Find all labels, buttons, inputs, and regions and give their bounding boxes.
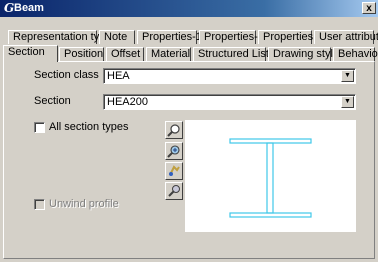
tab-offset[interactable]: Offset — [106, 47, 144, 61]
section-value: HEA200 — [107, 96, 148, 108]
bottom-flange — [229, 212, 312, 218]
tab-position[interactable]: Position — [59, 47, 104, 61]
zoom-icon — [167, 124, 180, 137]
app-icon: G — [4, 1, 15, 15]
section-preview — [185, 120, 356, 232]
tab-note[interactable]: Note — [99, 30, 135, 44]
zoom-button[interactable] — [165, 121, 183, 139]
zoom-in-icon — [167, 145, 180, 158]
chevron-down-icon[interactable]: ▼ — [341, 96, 354, 108]
tab-label: Drawing style — [273, 48, 340, 60]
tab-label: Properties-1 — [142, 31, 202, 43]
all-section-types-checkbox[interactable] — [34, 122, 45, 133]
tab-label: Properties-2 — [204, 31, 264, 43]
tab-representation-type[interactable]: Representation type — [8, 30, 111, 44]
i-beam-profile-drawing — [229, 138, 312, 218]
tab-properties-2[interactable]: Properties-2 — [199, 30, 264, 44]
unwind-profile-checkbox[interactable] — [34, 199, 45, 210]
pan-button[interactable] — [165, 162, 183, 180]
tab-label: Representation type — [13, 31, 112, 43]
tab-label: User attributes — [319, 31, 378, 43]
tab-label: Section — [8, 46, 45, 58]
pan-icon — [169, 165, 180, 176]
section-class-label: Section class — [34, 69, 99, 81]
measure-icon — [168, 185, 180, 197]
tab-section[interactable]: Section — [3, 45, 58, 62]
tab-label: Behavior — [338, 48, 378, 60]
tab-behavior[interactable]: Behavior — [333, 47, 378, 61]
title-bar: G Beam x — [0, 0, 378, 17]
tab-structured-lists[interactable]: Structured Lists — [193, 47, 274, 61]
measure-button[interactable] — [165, 182, 183, 200]
tab-material[interactable]: Material — [146, 47, 191, 61]
section-dropdown[interactable]: HEA200 ▼ — [103, 94, 356, 110]
close-button[interactable]: x — [362, 2, 376, 14]
tab-drawing-style[interactable]: Drawing style — [268, 47, 339, 61]
section-class-value: HEA — [107, 70, 130, 82]
tab-properties-3[interactable]: Properties 3 — [258, 30, 322, 44]
tab-label: Note — [104, 31, 128, 43]
tab-properties-1[interactable]: Properties-1 — [137, 30, 202, 44]
tab-label: Offset — [111, 48, 141, 60]
top-flange — [229, 138, 312, 144]
unwind-profile-label: Unwind profile — [49, 198, 119, 210]
web — [266, 142, 274, 214]
tab-user-attributes[interactable]: User attributes — [314, 30, 378, 44]
tab-label: Position — [64, 48, 104, 60]
section-label: Section — [34, 95, 71, 107]
tab-label: Material — [151, 48, 191, 60]
section-class-dropdown[interactable]: HEA ▼ — [103, 68, 356, 84]
chevron-down-icon[interactable]: ▼ — [341, 70, 354, 82]
all-section-types-label[interactable]: All section types — [49, 121, 128, 133]
tab-label: Structured Lists — [198, 48, 275, 60]
zoom-in-button[interactable] — [165, 142, 183, 160]
window-title: Beam — [14, 2, 44, 14]
